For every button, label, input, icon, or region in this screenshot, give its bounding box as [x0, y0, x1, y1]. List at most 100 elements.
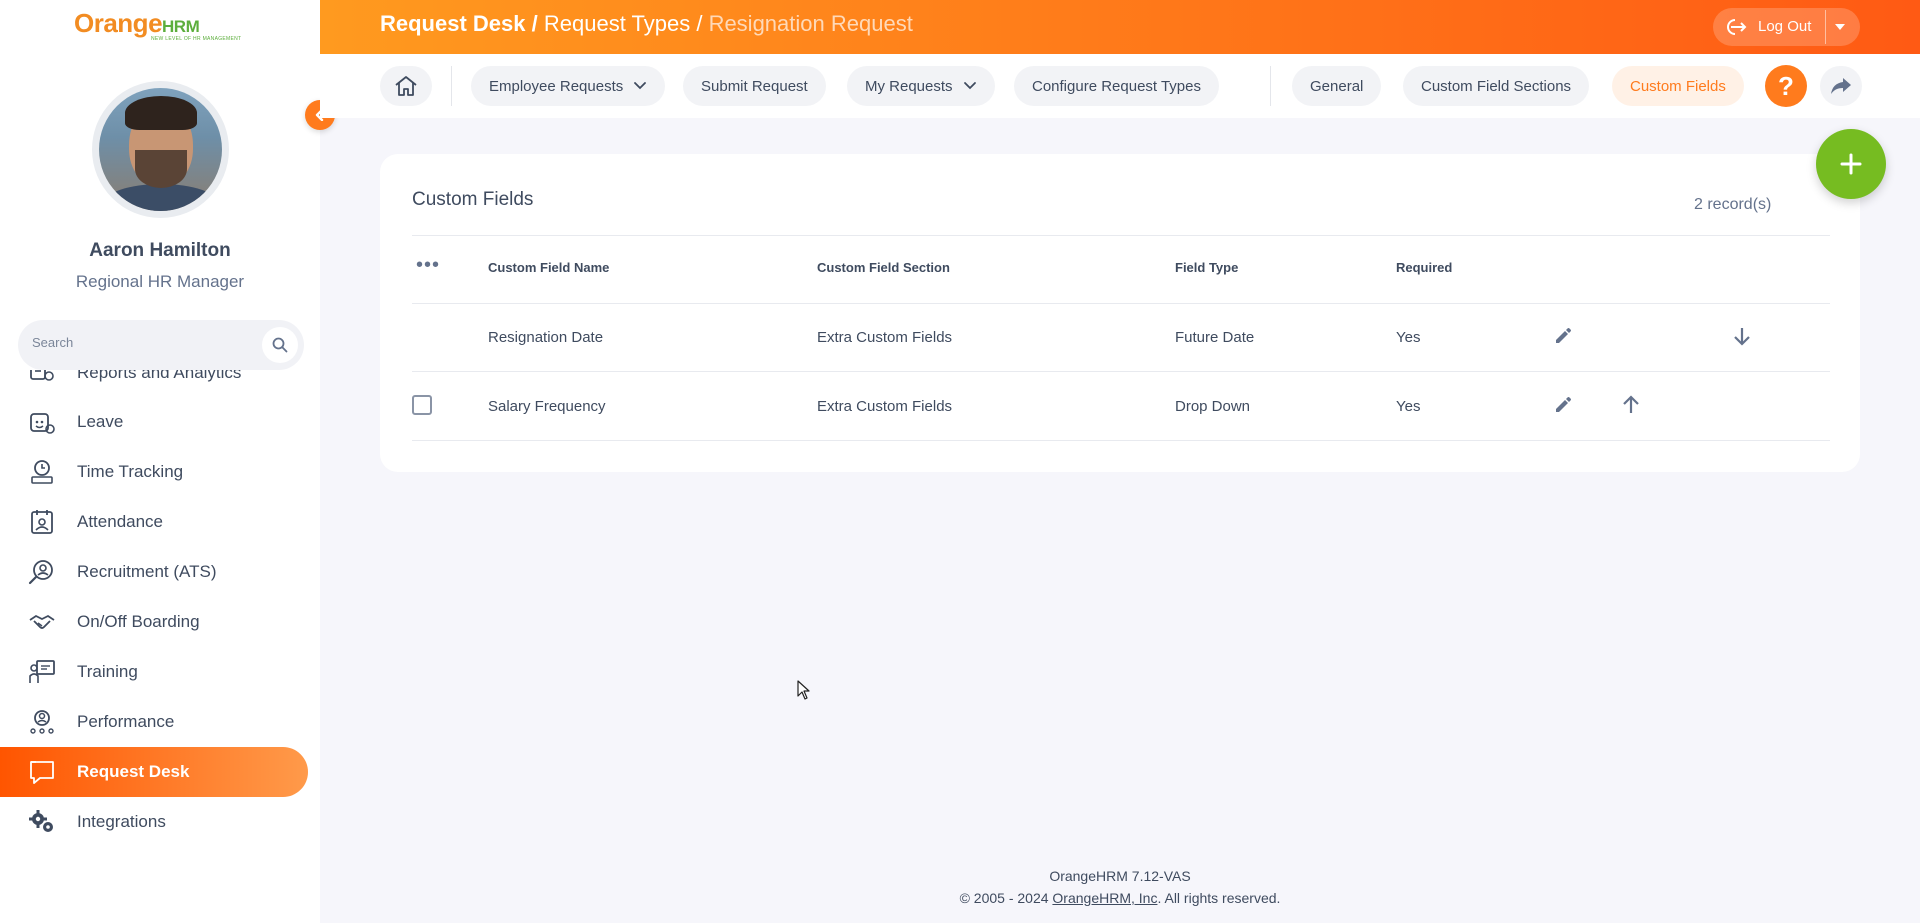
- sidebar-item-label: Reports and Analytics: [77, 370, 242, 382]
- recruitment-icon: [28, 560, 53, 585]
- orangehrm-logo[interactable]: OrangeHRM NEW LEVEL OF HR MANAGEMENT: [74, 8, 244, 46]
- edit-button[interactable]: [1550, 392, 1576, 418]
- chevron-down-icon: [634, 82, 647, 90]
- sidebar-item-label: On/Off Boarding: [77, 612, 200, 631]
- chevron-down-icon: [963, 82, 976, 90]
- column-header-section[interactable]: Custom Field Section: [817, 260, 950, 275]
- copyright-suffix: . All rights reserved.: [1157, 890, 1281, 906]
- custom-fields-card: Custom Fields 2 record(s) ••• Custom Fie…: [380, 154, 1860, 472]
- sidebar-item-onboarding[interactable]: On/Off Boarding: [0, 597, 308, 647]
- more-options-icon[interactable]: •••: [416, 255, 440, 275]
- request-desk-icon: [30, 761, 54, 784]
- move-down-button[interactable]: [1729, 323, 1755, 349]
- plus-icon: [1840, 153, 1862, 175]
- logo-tagline: NEW LEVEL OF HR MANAGEMENT: [151, 36, 242, 42]
- column-header-type[interactable]: Field Type: [1175, 260, 1238, 275]
- row-checkbox[interactable]: [412, 395, 432, 415]
- copyright-prefix: © 2005 - 2024: [959, 890, 1053, 906]
- sidebar: OrangeHRM NEW LEVEL OF HR MANAGEMENT Aar…: [0, 0, 320, 923]
- sidebar-search-input[interactable]: [32, 335, 252, 350]
- divider: [412, 371, 1830, 372]
- caret-down-icon[interactable]: [1835, 24, 1845, 30]
- tab-label: Custom Field Sections: [1421, 77, 1572, 95]
- logout-icon: [1727, 19, 1747, 35]
- nav-divider: [451, 66, 452, 106]
- tab-custom-fields[interactable]: Custom Fields: [1612, 66, 1744, 106]
- nav-label: My Requests: [865, 77, 953, 95]
- nav-employee-requests[interactable]: Employee Requests: [471, 66, 666, 106]
- card-title: Custom Fields: [412, 189, 534, 210]
- cell-section: Extra Custom Fields: [817, 329, 953, 346]
- onboarding-icon: [29, 614, 55, 629]
- nav-my-requests[interactable]: My Requests: [847, 66, 995, 106]
- breadcrumb-current: Resignation Request: [708, 11, 913, 36]
- column-header-required[interactable]: Required: [1396, 260, 1452, 275]
- sidebar-item-request-desk[interactable]: Request Desk: [0, 747, 308, 797]
- divider: [412, 440, 1830, 441]
- nav-label: Configure Request Types: [1032, 77, 1201, 95]
- cell-required: Yes: [1396, 329, 1421, 346]
- avatar[interactable]: [92, 81, 229, 218]
- module-nav: Employee Requests Submit Request My Requ…: [320, 54, 1920, 118]
- user-role: Regional HR Manager: [75, 272, 245, 291]
- cell-name: Resignation Date: [488, 329, 604, 346]
- tab-label: Custom Fields: [1630, 77, 1726, 95]
- share-icon: [1831, 78, 1851, 94]
- column-header-name[interactable]: Custom Field Name: [488, 260, 609, 275]
- avatar-photo: [99, 88, 222, 211]
- breadcrumb-separator: /: [690, 11, 709, 36]
- sidebar-item-recruitment[interactable]: Recruitment (ATS): [0, 547, 308, 597]
- sidebar-menu: Reports and Analytics Leave Time Trackin…: [0, 370, 320, 870]
- home-button[interactable]: [380, 66, 432, 106]
- user-name: Aaron Hamilton: [89, 240, 231, 261]
- pencil-icon: [1556, 397, 1571, 412]
- add-custom-field-button[interactable]: [1816, 129, 1886, 199]
- sidebar-item-performance[interactable]: Performance: [0, 697, 308, 747]
- share-button[interactable]: [1820, 66, 1862, 106]
- tab-custom-field-sections[interactable]: Custom Field Sections: [1403, 66, 1590, 106]
- tab-general[interactable]: General: [1292, 66, 1382, 106]
- sidebar-item-integrations[interactable]: Integrations: [0, 797, 308, 847]
- sidebar-item-label: Time Tracking: [77, 462, 184, 481]
- nav-configure-request-types[interactable]: Configure Request Types: [1014, 66, 1219, 106]
- sidebar-item-label: Integrations: [77, 812, 166, 831]
- breadcrumb-request-desk[interactable]: Request Desk: [380, 11, 526, 36]
- sidebar-search: [18, 320, 304, 370]
- help-button[interactable]: ?: [1765, 65, 1807, 107]
- logout-divider: [1825, 10, 1826, 44]
- edit-button[interactable]: [1550, 323, 1576, 349]
- sidebar-item-time-tracking[interactable]: Time Tracking: [0, 447, 308, 497]
- divider: [412, 235, 1830, 236]
- pencil-icon: [1556, 328, 1571, 343]
- time-tracking-icon: [31, 460, 53, 484]
- cell-section: Extra Custom Fields: [817, 398, 953, 415]
- move-up-button[interactable]: [1618, 392, 1644, 418]
- orangehrm-link[interactable]: OrangeHRM, Inc: [1052, 890, 1157, 906]
- home-icon: [395, 76, 417, 96]
- sidebar-item-training[interactable]: Training: [0, 647, 308, 697]
- nav-submit-request[interactable]: Submit Request: [683, 66, 826, 106]
- logo-wordmark: OrangeHRM: [74, 8, 200, 38]
- attendance-icon: [31, 510, 53, 534]
- tab-label: General: [1310, 77, 1364, 95]
- integrations-icon: [29, 810, 53, 832]
- breadcrumb-separator: /: [525, 11, 544, 36]
- breadcrumb: Request Desk / Request Types / Resignati…: [380, 11, 913, 37]
- breadcrumb-request-types[interactable]: Request Types: [544, 11, 690, 36]
- sidebar-item-leave[interactable]: Leave: [0, 397, 308, 447]
- sidebar-item-label: Attendance: [77, 512, 164, 531]
- footer-version: OrangeHRM 7.12-VAS: [1049, 868, 1191, 884]
- sidebar-item-label: Request Desk: [77, 762, 190, 781]
- sidebar-item-attendance[interactable]: Attendance: [0, 497, 308, 547]
- sidebar-item-reports[interactable]: Reports and Analytics: [0, 370, 308, 396]
- sidebar-item-label: Performance: [77, 712, 175, 731]
- cell-required: Yes: [1396, 398, 1421, 415]
- cell-type: Future Date: [1175, 329, 1255, 346]
- arrow-down-icon: [1734, 328, 1750, 346]
- performance-icon: [30, 710, 54, 734]
- sidebar-item-label: Training: [77, 662, 138, 681]
- nav-divider: [1270, 66, 1271, 106]
- search-button[interactable]: [262, 327, 298, 363]
- cell-name: Salary Frequency: [488, 398, 606, 415]
- logout-button[interactable]: Log Out: [1713, 8, 1860, 46]
